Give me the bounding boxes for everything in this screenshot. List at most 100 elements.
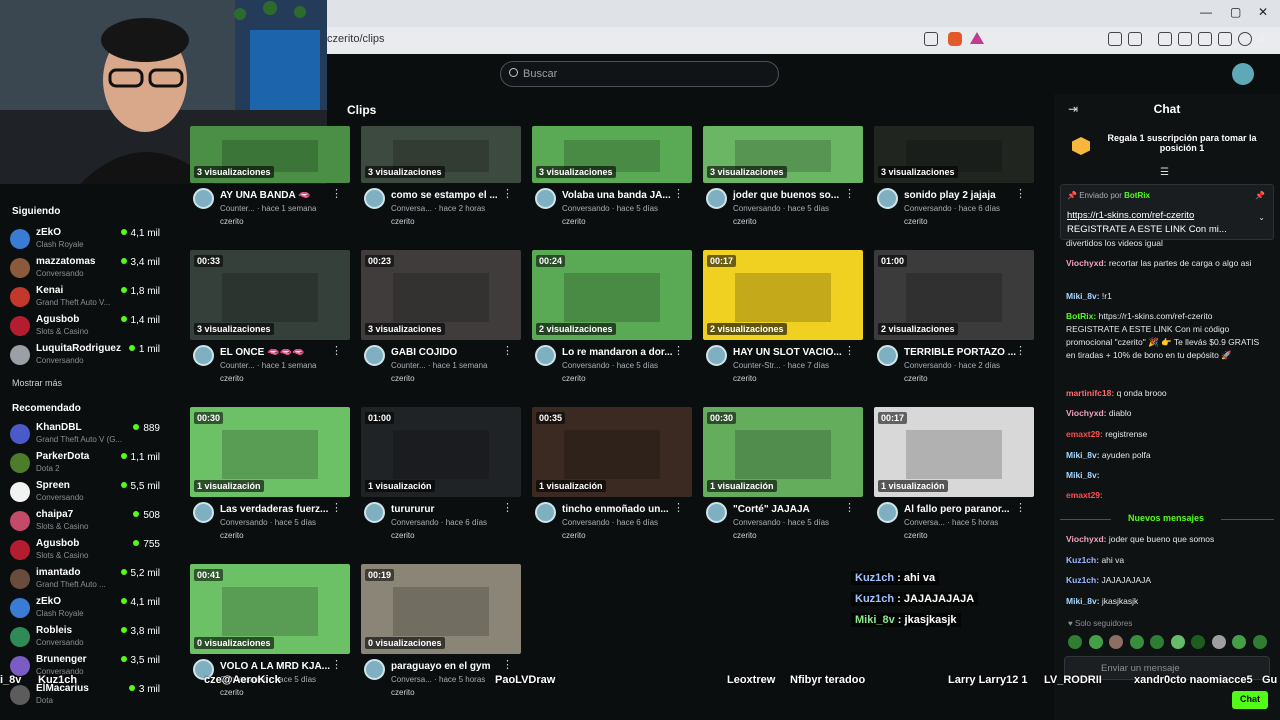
clip-title[interactable]: sonido play 2 jajaja [904, 190, 1019, 201]
clip-title[interactable]: Lo re mandaron a dor... [562, 347, 677, 358]
chat-username[interactable]: martinifc18: [1066, 388, 1114, 398]
channel-avatar[interactable] [706, 188, 727, 209]
chat-username[interactable]: Miki_8v: [1066, 470, 1100, 480]
clip-thumbnail[interactable]: 00:33 3 visualizaciones [190, 250, 350, 340]
clip-title[interactable]: HAY UN SLOT VACIO... [733, 347, 848, 358]
clip-title[interactable]: Las verdaderas fuerz... [220, 504, 335, 515]
reader-icon[interactable] [1128, 32, 1142, 46]
channel-avatar[interactable] [877, 188, 898, 209]
clip-title[interactable]: Volaba una banda JA... [562, 190, 677, 201]
clip-title[interactable]: TERRIBLE PORTAZO ... [904, 347, 1019, 358]
chat-username[interactable]: emaxt29: [1066, 429, 1103, 439]
more-options-icon[interactable]: ⋮ [502, 660, 513, 671]
clip-thumbnail[interactable]: 3 visualizaciones [874, 126, 1034, 183]
clip-channel[interactable]: czerito [391, 374, 415, 383]
clip-thumbnail[interactable]: 3 visualizaciones [361, 126, 521, 183]
clip-title[interactable]: GABI COJIDO [391, 347, 506, 358]
more-options-icon[interactable]: ⋮ [331, 189, 342, 200]
brave-shield-icon[interactable] [948, 32, 962, 46]
gift-sub-banner[interactable]: Regala 1 suscripción para tomar la posic… [1062, 127, 1272, 167]
clip-card[interactable]: 00:35 1 visualización tincho enmoñado un..… [532, 407, 692, 549]
clip-thumbnail[interactable]: 3 visualizaciones [190, 126, 350, 183]
clip-card[interactable]: 3 visualizaciones AY UNA BANDA 🫦 Counter..… [190, 93, 350, 235]
more-options-icon[interactable]: ⋮ [844, 346, 855, 357]
clip-channel[interactable]: czerito [904, 531, 928, 540]
clip-card[interactable]: 00:33 3 visualizaciones EL ONCE 🫦🫦🫦 Counter… [190, 250, 350, 392]
more-options-icon[interactable]: ⋮ [331, 346, 342, 357]
clip-card[interactable]: 00:24 2 visualizaciones Lo re mandaron a d… [532, 250, 692, 392]
send-chat-button[interactable]: Chat [1232, 691, 1268, 709]
sidebar-channel-rec[interactable]: chaipa7 Slots & Casino 508 [10, 509, 170, 535]
clip-channel[interactable]: czerito [733, 217, 757, 226]
sidebar-channel-rec[interactable]: ElMacarius Dota 3 mil [10, 683, 170, 709]
clip-thumbnail[interactable]: 00:19 0 visualizaciones [361, 564, 521, 654]
chat-username[interactable]: Miki_8v: [1066, 450, 1100, 460]
clip-channel[interactable]: czerito [220, 688, 244, 697]
clip-thumbnail[interactable]: 01:00 1 visualización [361, 407, 521, 497]
clip-channel[interactable]: czerito [904, 217, 928, 226]
clip-title[interactable]: turururur [391, 504, 506, 515]
more-options-icon[interactable]: ⋮ [1015, 346, 1026, 357]
clip-thumbnail[interactable]: 3 visualizaciones [703, 126, 863, 183]
sidebar-channel-rec[interactable]: Brunenger Conversando 3,5 mil [10, 654, 170, 680]
clip-thumbnail[interactable]: 00:17 2 visualizaciones [703, 250, 863, 340]
clip-title[interactable]: paraguayo en el gym [391, 661, 506, 672]
channel-avatar[interactable] [364, 345, 385, 366]
more-options-icon[interactable]: ⋮ [673, 189, 684, 200]
chat-username[interactable]: emaxt29: [1066, 490, 1103, 500]
clip-thumbnail[interactable]: 00:23 3 visualizaciones [361, 250, 521, 340]
clip-thumbnail[interactable]: 00:30 1 visualización [190, 407, 350, 497]
clip-thumbnail[interactable]: 00:41 0 visualizaciones [190, 564, 350, 654]
close-icon[interactable]: ✕ [1258, 5, 1268, 19]
more-options-icon[interactable]: ⋮ [1015, 189, 1026, 200]
clip-channel[interactable]: czerito [562, 217, 586, 226]
clip-card[interactable]: 00:23 3 visualizaciones GABI COJIDO Counter… [361, 250, 521, 392]
clip-channel[interactable]: czerito [904, 374, 928, 383]
more-options-icon[interactable]: ⋮ [673, 503, 684, 514]
clip-thumbnail[interactable]: 00:17 1 visualización [874, 407, 1034, 497]
chat-username[interactable]: Miki_8v: [1066, 596, 1100, 606]
leaderboard-icon[interactable]: ☰ [1160, 167, 1169, 178]
clip-thumbnail[interactable]: 00:30 1 visualización [703, 407, 863, 497]
clip-title[interactable]: joder que buenos so... [733, 190, 848, 201]
clip-card[interactable]: 01:00 2 visualizaciones TERRIBLE PORTAZO .… [874, 250, 1034, 392]
channel-avatar[interactable] [877, 502, 898, 523]
more-options-icon[interactable]: ⋮ [1015, 503, 1026, 514]
unpin-icon[interactable]: 📌 [1255, 191, 1265, 200]
emote-icon[interactable] [1191, 635, 1205, 649]
chat-username[interactable]: BotRix: [1066, 311, 1096, 321]
more-options-icon[interactable]: ⋮ [502, 346, 513, 357]
user-avatar[interactable] [1232, 63, 1254, 85]
sidebar-channel-rec[interactable]: Robleis Conversando 3,8 mil [10, 625, 170, 651]
sidebar-channel-rec[interactable]: imantado Grand Theft Auto ... 5,2 mil [10, 567, 170, 593]
channel-avatar[interactable] [706, 345, 727, 366]
clip-card[interactable]: 00:30 1 visualización "Corté" JAJAJA Conver… [703, 407, 863, 549]
share-icon[interactable] [924, 32, 938, 46]
emote-icon[interactable] [1109, 635, 1123, 649]
sidebar-channel-following[interactable]: Agusbob Slots & Casino 1,4 mil [10, 314, 170, 340]
emote-icon[interactable] [1068, 635, 1082, 649]
clip-channel[interactable]: czerito [391, 217, 415, 226]
chevron-down-icon[interactable]: ⌄ [1258, 213, 1265, 222]
clip-title[interactable]: EL ONCE 🫦🫦🫦 [220, 347, 335, 358]
maximize-icon[interactable]: ▢ [1230, 5, 1241, 19]
chat-username[interactable]: Viochyxd: [1066, 258, 1106, 268]
channel-avatar[interactable] [535, 502, 556, 523]
channel-avatar[interactable] [364, 188, 385, 209]
sidebar-channel-rec[interactable]: Spreen Conversando 5,5 mil [10, 480, 170, 506]
channel-avatar[interactable] [193, 502, 214, 523]
clip-channel[interactable]: czerito [391, 688, 415, 697]
channel-avatar[interactable] [535, 188, 556, 209]
emote-icon[interactable] [1170, 635, 1185, 649]
clip-card[interactable]: 01:00 1 visualización turururur Conversando… [361, 407, 521, 549]
clip-card[interactable]: 3 visualizaciones Volaba una banda JA... C… [532, 93, 692, 235]
emote-icon[interactable] [1211, 635, 1226, 649]
clip-channel[interactable]: czerito [220, 374, 244, 383]
sidebar-channel-following[interactable]: Kenai Grand Theft Auto V... 1,8 mil [10, 285, 170, 311]
clip-thumbnail[interactable]: 00:35 1 visualización [532, 407, 692, 497]
chat-username[interactable]: Kuz1ch: [1066, 555, 1099, 565]
clip-thumbnail[interactable]: 3 visualizaciones [532, 126, 692, 183]
sidebar-channel-rec[interactable]: zEkO Clash Royale 4,1 mil [10, 596, 170, 622]
clip-thumbnail[interactable]: 00:24 2 visualizaciones [532, 250, 692, 340]
clip-title[interactable]: Al fallo pero paranor... [904, 504, 1019, 515]
